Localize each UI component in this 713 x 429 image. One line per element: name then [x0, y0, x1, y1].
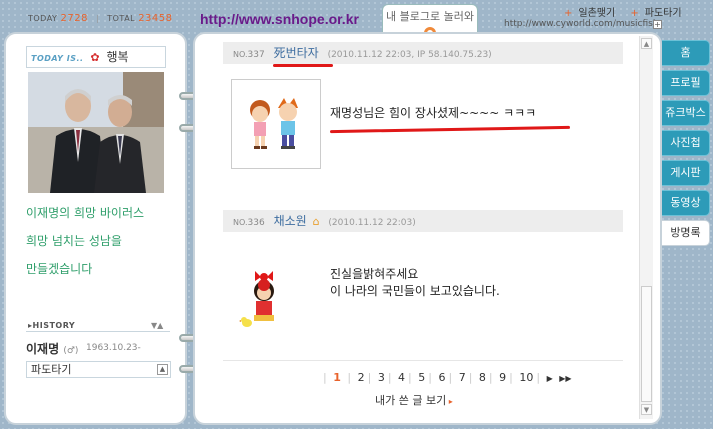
post-author[interactable]: 死번타자: [274, 46, 319, 60]
page-link[interactable]: 3: [378, 371, 385, 384]
mood-text: 행복: [106, 50, 129, 64]
arrow-icon: +: [564, 8, 573, 19]
post-message: 진실을밝혀주세요: [330, 267, 419, 281]
tab-video[interactable]: 동영상: [662, 190, 710, 216]
history-label: ▸HISTORY: [28, 321, 75, 330]
profile-panel: TODAY IS.. ✿ 행복 이재명의 희망 바이러스 희망 넘치는 성남을 …: [4, 32, 187, 425]
pandogi-label: 파도타기: [644, 8, 682, 19]
ilchon-link[interactable]: + 일촌맺기: [558, 8, 615, 19]
home-url[interactable]: http://www.cyworld.com/musicfish: [504, 19, 659, 29]
profile-text-line: 만들겠습니다: [26, 262, 93, 276]
today-count: 2728: [60, 13, 88, 24]
male-icon: (♂): [63, 346, 79, 356]
history-label-text: HISTORY: [32, 321, 76, 330]
tab-home[interactable]: 홈: [662, 40, 710, 66]
profile-photo: [28, 72, 164, 193]
history-toggle-icon[interactable]: ▼▲: [151, 321, 163, 330]
owner-name-text: 이재명: [26, 342, 60, 356]
top-links: + 일촌맺기 + 파도타기: [552, 4, 682, 19]
tab-profile[interactable]: 프로필: [662, 70, 710, 96]
pager-separator: |: [347, 371, 352, 384]
blog-visit-tab[interactable]: 내 블로그로 놀러와: [382, 4, 478, 39]
add-url-icon[interactable]: +: [653, 20, 662, 29]
pager-separator: |: [536, 371, 541, 384]
scroll-thumb[interactable]: [641, 286, 652, 402]
pager-separator: |: [468, 371, 473, 384]
tab-board[interactable]: 게시판: [662, 160, 710, 186]
page-link[interactable]: 5: [418, 371, 425, 384]
page-link[interactable]: 4: [398, 371, 405, 384]
profile-photo-image: [28, 72, 164, 193]
wave-select[interactable]: 파도타기 ▲: [26, 361, 171, 378]
pager-separator: |: [488, 371, 493, 384]
minime-icon: [250, 98, 298, 149]
profile-text-line: 희망 넘치는 성남을: [26, 234, 122, 248]
pager-separator: |: [408, 371, 412, 384]
tab-photos[interactable]: 사진첩: [662, 130, 710, 156]
scroll-down-icon[interactable]: ▼: [641, 404, 652, 415]
today-is-label: TODAY IS..: [31, 54, 84, 63]
my-posts-link[interactable]: 내가 쓴 글 보기 ▸: [375, 392, 453, 408]
annotation-underline: [329, 125, 571, 134]
next-page-icon[interactable]: ▶: [547, 374, 553, 383]
post-header: NO.336 채소원 ⌂ (2010.11.12 22:03): [223, 210, 623, 232]
my-posts-label: 내가 쓴 글 보기: [375, 394, 447, 407]
post-message: 이 나라의 국민들이 보고있습니다.: [330, 284, 500, 298]
annotation-underline: [273, 64, 333, 67]
post-meta: (2010.11.12 22:03, IP 58.140.75.23): [327, 50, 492, 60]
total-count: 23458: [138, 13, 173, 24]
page-link[interactable]: 2: [358, 371, 365, 384]
page-link[interactable]: 10: [519, 371, 533, 384]
post-message: 재명성님은 힘이 장사셨제~~~~ ㅋㅋㅋ: [330, 106, 537, 120]
pager-separator: |: [428, 371, 432, 384]
post-meta: (2010.11.12 22:03): [328, 218, 416, 228]
arrow-icon: +: [630, 8, 639, 19]
pager-separator: |: [509, 371, 513, 384]
pager-separator: |: [387, 371, 392, 384]
today-mood-box: TODAY IS.. ✿ 행복: [26, 46, 166, 68]
arrow-right-icon: ▸: [446, 397, 453, 406]
blog-tab-label: 내 블로그로 놀러와: [386, 10, 474, 23]
history-divider: [26, 331, 170, 332]
post-header: NO.337 死번타자 (2010.11.12 22:03, IP 58.140…: [223, 42, 623, 64]
tab-guestbook[interactable]: 방명록: [662, 220, 710, 246]
pager-separator: |: [367, 371, 372, 384]
ilchon-label: 일촌맺기: [578, 8, 616, 19]
total-label: TOTAL: [107, 14, 136, 23]
profile-text-line: 이재명의 희망 바이러스: [26, 206, 145, 220]
today-label: TODAY: [28, 14, 58, 23]
list-divider: [223, 360, 623, 361]
scrollbar[interactable]: ▲ ▼: [639, 36, 653, 419]
tab-jukebox[interactable]: 쥬크박스: [662, 100, 710, 126]
page-current[interactable]: 1: [333, 371, 341, 384]
last-page-icon[interactable]: ▶▶: [559, 374, 571, 383]
post-number: 336: [247, 218, 265, 228]
post-avatar: [231, 79, 321, 169]
pager-separator: |: [323, 371, 327, 384]
owner-birth: 1963.10.23-: [86, 343, 141, 353]
chevron-up-icon[interactable]: ▲: [157, 364, 168, 375]
scroll-up-icon[interactable]: ▲: [641, 38, 652, 49]
post-no-label: NO.: [233, 50, 248, 59]
flower-icon: ✿: [90, 51, 100, 64]
home-icon[interactable]: ⌂: [313, 215, 320, 228]
post-number: 337: [247, 50, 265, 60]
page-link[interactable]: 8: [479, 371, 486, 384]
page-link[interactable]: 6: [438, 371, 445, 384]
post-avatar: [239, 267, 289, 331]
visit-counter: TODAY 2728 | TOTAL 23458: [28, 13, 173, 24]
page-link[interactable]: 7: [459, 371, 466, 384]
site-url-banner[interactable]: http://www.snhope.or.kr: [200, 11, 359, 27]
pagination: | 1 | 2 | 3 | 4 | 5 | 6 | 7 | 8 | 9 | 10 | ▶ ▶▶: [323, 371, 572, 384]
page-link[interactable]: 9: [499, 371, 506, 384]
post-author[interactable]: 채소원: [274, 214, 307, 228]
guestbook-panel: NO.337 死번타자 (2010.11.12 22:03, IP 58.140…: [193, 32, 662, 425]
wave-select-label: 파도타기: [31, 363, 72, 376]
pandogi-link[interactable]: + 파도타기: [624, 8, 681, 19]
owner-name: 이재명 (♂): [26, 340, 78, 357]
minime-icon: [239, 271, 274, 327]
pager-separator: |: [448, 371, 453, 384]
post-no-label: NO.: [233, 218, 248, 227]
counter-separator: |: [96, 14, 100, 23]
